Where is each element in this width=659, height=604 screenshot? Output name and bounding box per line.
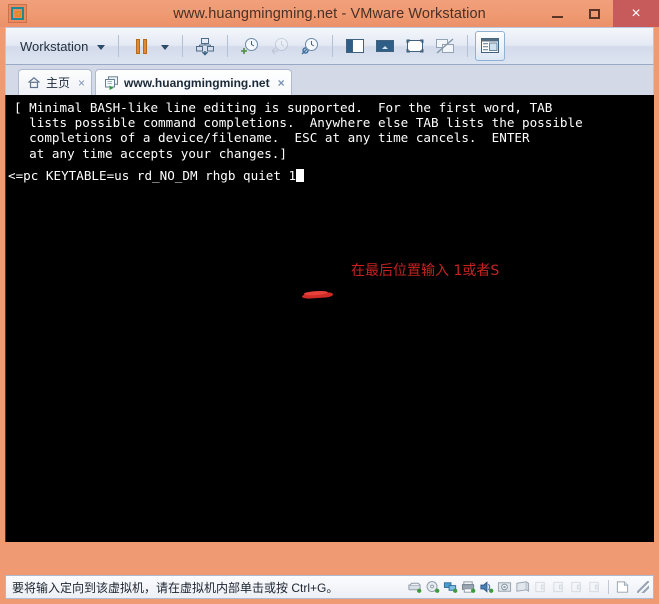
vmware-logo-icon — [8, 4, 27, 23]
status-message: 要将输入定向到该虚拟机，请在虚拟机内部单击或按 Ctrl+G。 — [12, 580, 339, 595]
show-library-button[interactable] — [340, 31, 370, 61]
tab-home-label: 主页 — [46, 76, 71, 90]
usb-device-1-icon[interactable] — [533, 580, 548, 594]
sound-card-icon[interactable] — [479, 580, 494, 594]
annotation-text: 在最后位置输入 1或者S — [351, 263, 500, 279]
display-icon[interactable] — [515, 580, 530, 594]
tab-vm-close-icon[interactable]: × — [275, 76, 285, 90]
clock-wrench-icon — [301, 38, 319, 55]
status-divider — [608, 580, 609, 594]
maximize-button[interactable] — [576, 0, 613, 27]
grub-help-text: [ Minimal BASH-like line editing is supp… — [14, 100, 583, 161]
multiple-monitors-button[interactable] — [430, 31, 460, 61]
vm-console-screen[interactable]: [ Minimal BASH-like line editing is supp… — [5, 95, 654, 542]
chevron-down-icon[interactable] — [97, 44, 106, 50]
fullscreen-icon — [406, 39, 424, 53]
toolbar-divider — [332, 35, 334, 57]
minimize-button[interactable] — [539, 0, 576, 27]
home-icon — [27, 76, 41, 89]
block-cursor — [296, 169, 305, 182]
tab-vm-label: www.huangmingming.net — [124, 75, 270, 90]
usb-device-2-icon[interactable] — [551, 580, 566, 594]
grub-command-text: <=pc KEYTABLE=us rd_NO_DM rhgb quiet 1 — [8, 168, 297, 183]
printer-icon[interactable] — [461, 580, 476, 594]
revert-snapshot-button[interactable] — [265, 31, 295, 61]
clock-revert-icon — [272, 38, 289, 55]
workstation-menu[interactable]: Workstation — [14, 39, 92, 54]
show-console-view-button[interactable] — [370, 31, 400, 61]
enter-fullscreen-button[interactable] — [400, 31, 430, 61]
toolbar-divider — [227, 35, 229, 57]
minimize-icon — [552, 15, 563, 18]
window-controls: × — [539, 0, 659, 27]
tab-strip: 主页 × www.huangmingming.net × — [5, 65, 654, 95]
status-device-icons — [407, 580, 653, 594]
toolbar-divider — [118, 35, 120, 57]
annotation-underline — [301, 291, 334, 300]
maximize-icon — [589, 8, 600, 19]
network-adapter-icon[interactable] — [443, 580, 458, 594]
thumbnail-panel-icon — [481, 38, 500, 53]
multi-monitor-disabled-icon — [436, 38, 455, 54]
main-toolbar: Workstation — [5, 27, 654, 65]
cd-dvd-icon[interactable] — [425, 580, 440, 594]
console-view-icon — [376, 40, 395, 52]
power-dropdown-chevron-down-icon[interactable] — [161, 44, 170, 50]
vmware-workstation-window: www.huangmingming.net - VMware Workstati… — [0, 0, 659, 604]
toolbar-divider — [182, 35, 184, 57]
tab-home-close-icon[interactable]: × — [75, 76, 85, 90]
title-bar: www.huangmingming.net - VMware Workstati… — [0, 0, 659, 27]
close-button[interactable]: × — [613, 0, 659, 27]
show-thumbnail-bar-button[interactable] — [475, 31, 506, 61]
grub-command-line[interactable]: <=pc KEYTABLE=us rd_NO_DM rhgb quiet 1 — [8, 168, 305, 183]
sidebar-panel-icon — [346, 39, 365, 53]
usb-device-3-icon[interactable] — [569, 580, 584, 594]
suspend-button[interactable] — [126, 31, 156, 61]
pause-icon — [135, 38, 147, 54]
take-snapshot-button[interactable] — [235, 31, 265, 61]
snapshot-manager-icon — [196, 38, 215, 56]
camera-icon[interactable] — [497, 580, 512, 594]
hard-disk-icon[interactable] — [407, 580, 422, 594]
vm-icon — [104, 75, 119, 90]
status-bar: 要将输入定向到该虚拟机，请在虚拟机内部单击或按 Ctrl+G。 — [5, 575, 654, 599]
tab-home[interactable]: 主页 × — [18, 69, 93, 95]
tab-vm-huangmingming[interactable]: www.huangmingming.net × — [95, 69, 292, 95]
manage-snapshot-button[interactable] — [190, 31, 220, 61]
usb-device-4-icon[interactable] — [587, 580, 602, 594]
snapshot-manager-button[interactable] — [295, 31, 325, 61]
toolbar-divider — [467, 35, 469, 57]
clock-plus-icon — [241, 38, 259, 54]
resize-grip-icon[interactable] — [637, 581, 649, 593]
message-log-icon[interactable] — [615, 580, 630, 594]
